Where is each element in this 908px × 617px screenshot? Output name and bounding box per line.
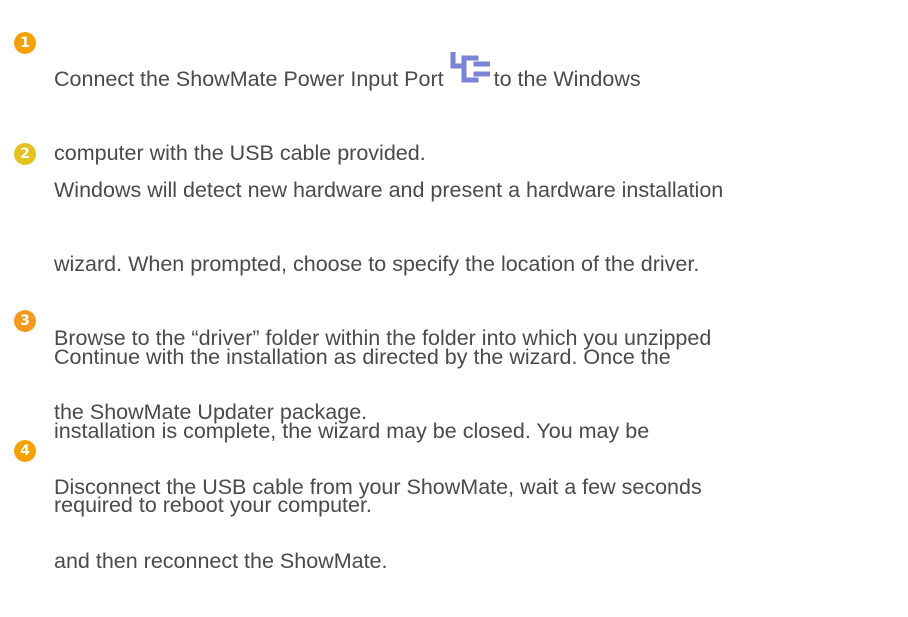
step-number-badge: 2 bbox=[14, 143, 36, 165]
step-text-line: Windows will detect new hardware and pre… bbox=[54, 178, 724, 202]
step-text-line: wizard. When prompted, choose to specify… bbox=[54, 252, 700, 276]
step-text-line: Continue with the installation as direct… bbox=[54, 345, 671, 369]
step-text-line: Connect the ShowMate Power Input Port bbox=[54, 67, 444, 91]
step-number-badge: 3 bbox=[14, 310, 36, 332]
step-text-line: and then reconnect the ShowMate. bbox=[54, 549, 388, 573]
step-number-badge: 1 bbox=[14, 32, 36, 54]
usb-power-port-icon bbox=[450, 52, 490, 86]
step-text-line: Disconnect the USB cable from your ShowM… bbox=[54, 475, 702, 499]
step-4: 4 Disconnect the USB cable from your Sho… bbox=[14, 438, 894, 617]
step-number-badge: 4 bbox=[14, 440, 36, 462]
step-text-line: to the Windows bbox=[493, 67, 641, 91]
